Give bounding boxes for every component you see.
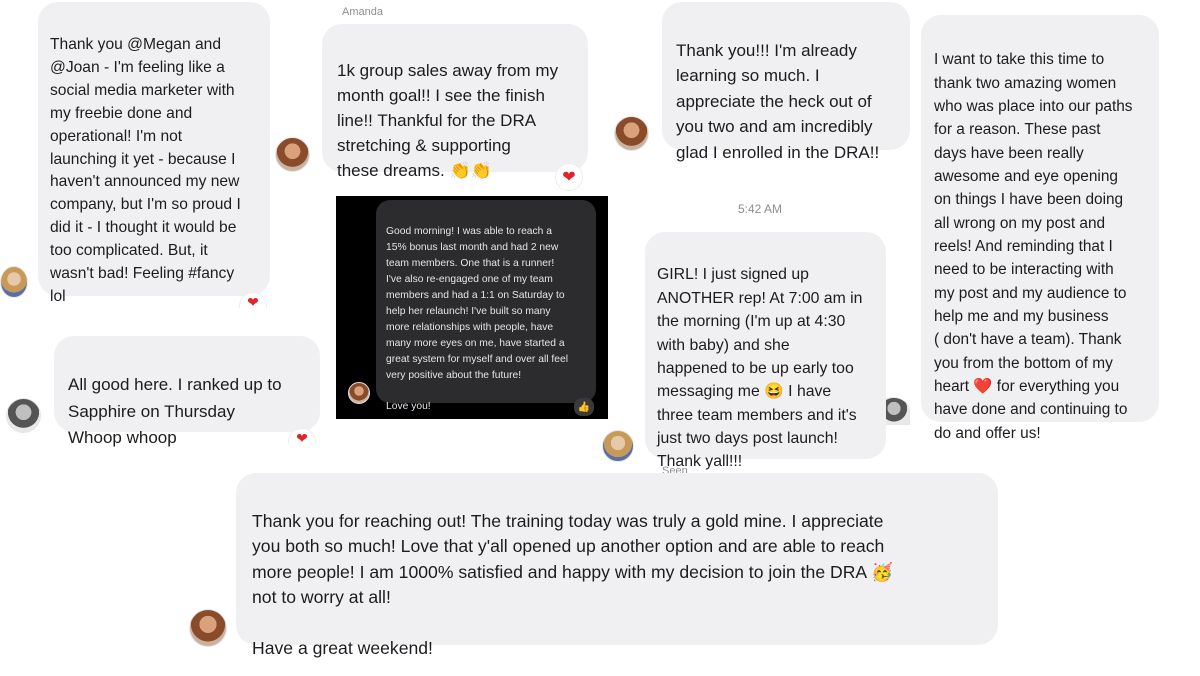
avatar[interactable] <box>0 266 28 298</box>
avatar[interactable] <box>275 137 310 172</box>
message-bubble: Thank you for reaching out! The training… <box>236 473 998 658</box>
message-text: GIRL! I just signed up ANOTHER rep! At 7… <box>657 266 863 471</box>
message-text: Thank you!!! I'm already learning so muc… <box>676 40 880 162</box>
timestamp: 5:42 AM <box>738 202 783 216</box>
message-bubble: Thank you!!! I'm already learning so muc… <box>662 2 910 162</box>
heart-reaction-icon[interactable]: ❤ <box>288 428 316 444</box>
message-text: All good here. I ranked up to Sapphire o… <box>68 375 282 448</box>
avatar[interactable] <box>602 430 634 462</box>
message-text: I want to take this time to thank two am… <box>934 51 1133 442</box>
avatar <box>348 382 370 404</box>
message-bubble: Good morning! I was able to reach a 15% … <box>376 200 596 412</box>
message-text: Good morning! I was able to reach a 15% … <box>386 225 568 413</box>
sender-name: Amanda <box>342 6 383 18</box>
message-bubble: GIRL! I just signed up ANOTHER rep! At 7… <box>645 232 886 470</box>
message-text: 1k group sales away from my month goal!!… <box>337 60 559 180</box>
avatar[interactable] <box>614 116 649 151</box>
message-bubble: Thank you @Megan and @Joan - I'm feeling… <box>38 2 270 305</box>
message-text: Thank you for reaching out! The training… <box>252 510 893 659</box>
avatar[interactable] <box>6 398 41 433</box>
message-bubble: All good here. I ranked up to Sapphire o… <box>54 336 320 447</box>
embedded-screenshot: Good morning! I was able to reach a 15% … <box>336 196 608 419</box>
thumbs-up-reaction-icon: 👍 <box>574 398 594 416</box>
avatar[interactable] <box>189 609 227 647</box>
heart-reaction-icon[interactable]: ❤ <box>239 292 267 308</box>
heart-reaction-icon[interactable]: ❤ <box>555 163 583 191</box>
message-bubble: 1k group sales away from my month goal!!… <box>322 24 588 180</box>
message-text: Thank you @Megan and @Joan - I'm feeling… <box>50 35 241 306</box>
message-bubble: I want to take this time to thank two am… <box>921 15 1159 442</box>
